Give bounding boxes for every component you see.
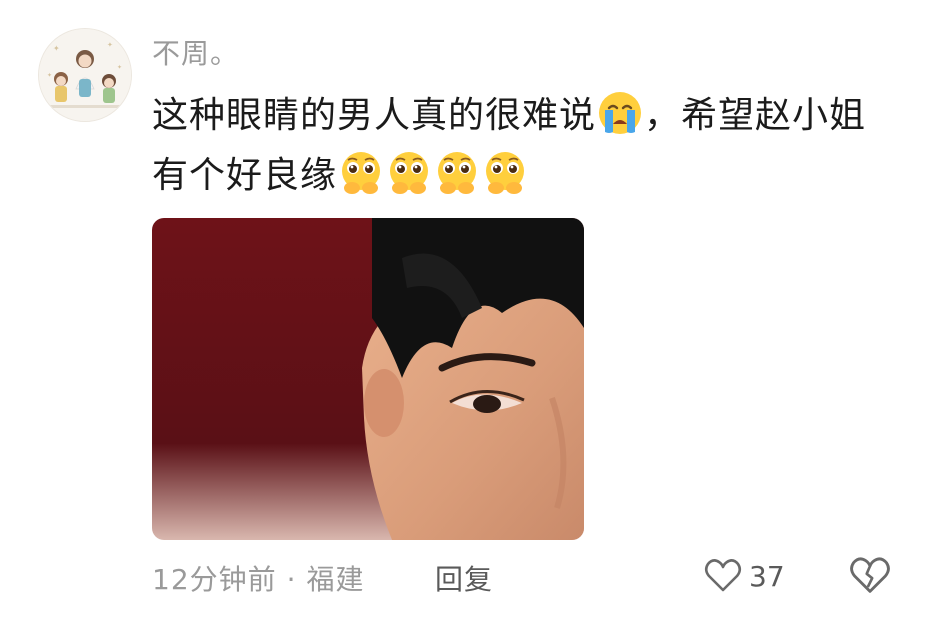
like-count: 37 [749,559,785,593]
reply-button[interactable]: 回复 [435,558,493,598]
loudly-crying-face-icon [599,92,642,134]
face-closeup-photo [152,218,584,540]
svg-text:✦: ✦ [47,72,52,79]
like-button[interactable]: 37 [703,554,785,598]
comment-photo[interactable] [152,218,584,540]
comment-text-continuation: ，希望赵小姐 [644,95,867,136]
comment-time: 12分钟前 [152,563,277,596]
avatar[interactable]: ✦ ✦ ✦ ✦ [38,28,132,122]
pleading-face-icon [486,152,525,194]
avatar-illustration: ✦ ✦ ✦ ✦ [39,29,131,121]
comment-location: 福建 [306,563,365,596]
svg-text:✦: ✦ [117,64,122,71]
meta-separator: · [286,563,297,596]
heart-outline-icon [704,559,742,592]
pleading-face-icon [342,152,381,194]
dislike-button[interactable] [848,554,892,598]
svg-text:✦: ✦ [107,41,113,49]
pleading-face-icon [390,152,429,194]
svg-text:✦: ✦ [53,44,60,53]
broken-heart-icon [850,557,890,593]
comment-text-line1: 这种眼睛的男人真的很难说 [152,95,597,136]
comment-item: ✦ ✦ ✦ ✦ 不周。 这种眼睛的男人真的很难说 ，希望赵小姐 有个好良缘 12… [0,0,944,621]
comment-meta: 12分钟前 · 福建 [152,558,365,598]
username[interactable]: 不周。 [152,32,239,72]
comment-text-line2: 有个好良缘 [152,155,338,196]
pleading-face-icon [438,152,477,194]
comment-text: 这种眼睛的男人真的很难说 ，希望赵小姐有个好良缘 [152,86,912,206]
